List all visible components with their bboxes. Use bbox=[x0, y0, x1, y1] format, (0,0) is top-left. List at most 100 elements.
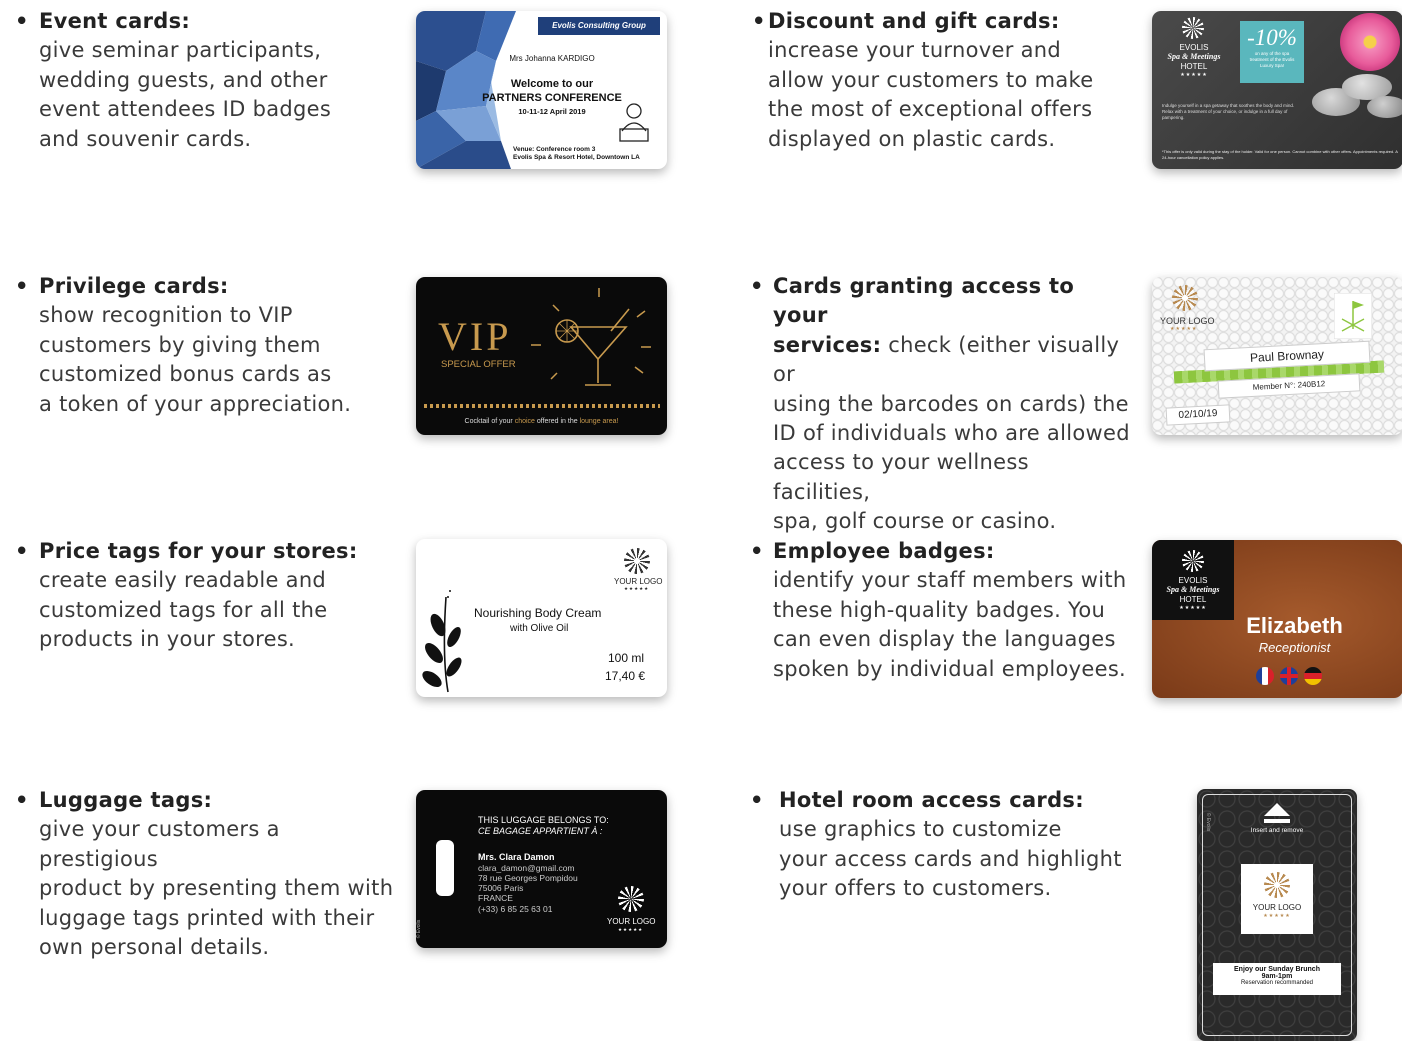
french-flag-icon bbox=[1256, 667, 1274, 685]
item-price-tags: • Price tags for your stores: create eas… bbox=[15, 537, 395, 655]
your-logo-icon bbox=[618, 886, 644, 912]
item-line: product by presenting them with bbox=[39, 876, 394, 901]
item-heading: Luggage tags: bbox=[39, 788, 213, 812]
insert-bar bbox=[1264, 819, 1290, 823]
brand-stars: ★★★★★ bbox=[1179, 605, 1207, 611]
owner-address-2: 75006 Paris bbox=[478, 883, 524, 893]
logo-box: YOUR LOGO ★★★★★ bbox=[1241, 864, 1313, 934]
product-quantity: 100 ml bbox=[608, 651, 645, 665]
item-privilege-cards: • Privilege cards: show recognition to V… bbox=[15, 272, 395, 419]
vip-subtitle: SPECIAL OFFER bbox=[441, 359, 516, 370]
product-name: Nourishing Body Cream bbox=[474, 606, 602, 620]
offer-box: Enjoy our Sunday Brunch 9am-1pm Reservat… bbox=[1213, 963, 1341, 995]
date-box: 02/10/19 bbox=[1165, 404, 1231, 426]
item-line: your offers to customers. bbox=[779, 876, 1052, 901]
gift-card-image: EVOLIS Spa & Meetings HOTEL ★★★★★ -10% o… bbox=[1152, 11, 1402, 169]
logo-stars: ★★★★★ bbox=[1263, 913, 1291, 919]
item-line: using the barcodes on cards) the bbox=[773, 391, 1129, 416]
item-access-cards: • Cards granting access to your services… bbox=[750, 272, 1130, 537]
hotel-logo-icon bbox=[1182, 550, 1204, 572]
your-logo-icon bbox=[624, 548, 650, 574]
attendee-name: Mrs Johanna KARDIGO bbox=[509, 54, 595, 63]
item-line: a token of your appreciation. bbox=[39, 391, 352, 416]
item-line: these high-quality badges. You bbox=[773, 597, 1106, 622]
vip-card-image: VIP SPECIAL OFFER Cocktail of your choic… bbox=[416, 277, 667, 435]
owner-address-1: 78 rue Georges Pompidou bbox=[478, 873, 578, 883]
owner-name: Mrs. Clara Damon bbox=[478, 852, 555, 862]
event-card-image: Evolis Consulting Group Mrs Johanna KARD… bbox=[416, 11, 667, 169]
insert-arrow-icon bbox=[1264, 803, 1290, 816]
offer-line-1: Enjoy our Sunday Brunch bbox=[1234, 966, 1320, 973]
logo-stars: ★★★★★ bbox=[1170, 326, 1198, 332]
product-price: 17,40 € bbox=[605, 669, 646, 683]
employee-badge-card-image: EVOLIS Spa & Meetings HOTEL ★★★★★ Elizab… bbox=[1152, 540, 1402, 698]
item-event-cards: • Event cards: give seminar participants… bbox=[15, 7, 395, 154]
brand-line-3: HOTEL bbox=[1180, 62, 1208, 71]
item-line: wedding guests, and other bbox=[39, 67, 328, 92]
discount-box: -10% on any of the spa treatment of the … bbox=[1240, 21, 1304, 83]
item-heading: Discount and gift cards: bbox=[768, 9, 1060, 33]
brand-stars: ★★★★★ bbox=[1180, 72, 1208, 78]
language-flags bbox=[1256, 667, 1336, 685]
expiry-date: 02/10/19 bbox=[1178, 407, 1218, 422]
item-line: identify your staff members with bbox=[773, 568, 1127, 593]
golf-card-image: YOUR LOGO ★★★★★ Paul Brownay Member N°: … bbox=[1152, 277, 1402, 435]
item-line: can even display the languages bbox=[773, 627, 1116, 652]
brand-line-1: EVOLIS bbox=[1178, 576, 1208, 585]
olive-branch-icon bbox=[422, 590, 462, 693]
discount-value: -10% bbox=[1247, 25, 1297, 50]
logo-stars: ★★★★★ bbox=[624, 586, 650, 591]
venue-line-1: Venue: Conference room 3 bbox=[513, 146, 596, 153]
item-line: give seminar participants, bbox=[39, 38, 322, 63]
item-line: spoken by individual employees. bbox=[773, 656, 1127, 681]
your-logo-text: YOUR LOGO bbox=[614, 577, 663, 586]
company-banner: Evolis Consulting Group bbox=[538, 17, 660, 35]
item-line: your access cards and highlight bbox=[779, 846, 1122, 871]
copyright-vertical: © Evolis bbox=[1205, 812, 1212, 832]
brand-line-2: Spa & Meetings bbox=[1167, 52, 1221, 61]
item-heading: Price tags for your stores: bbox=[39, 539, 358, 563]
german-flag-icon bbox=[1304, 667, 1322, 685]
speaker-icon bbox=[619, 103, 649, 142]
item-employee-badges: • Employee badges: identify your staff m… bbox=[750, 537, 1130, 684]
item-line: own personal details. bbox=[39, 935, 270, 960]
golf-flag-icon bbox=[1334, 293, 1372, 339]
item-line: the most of exceptional offers bbox=[768, 97, 1093, 122]
item-line: event attendees ID badges bbox=[39, 97, 332, 122]
owner-country: FRANCE bbox=[478, 893, 513, 903]
vip-title: VIP bbox=[438, 314, 512, 359]
insert-text: Insert and remove bbox=[1250, 827, 1304, 834]
uk-flag-icon bbox=[1280, 667, 1298, 685]
item-line: give your customers a prestigious bbox=[39, 817, 280, 871]
strap-slot bbox=[436, 840, 454, 896]
welcome-text: Welcome to our bbox=[510, 78, 594, 90]
gift-fine-print: *This offer is only valid during the sta… bbox=[1162, 149, 1398, 160]
luggage-line-2: CE BAGAGE APPARTIENT À : bbox=[478, 826, 603, 836]
employee-name: Elizabeth bbox=[1246, 613, 1343, 638]
owner-phone: (+33) 6 85 25 63 01 bbox=[478, 904, 553, 914]
logo-stars: ★★★★★ bbox=[618, 927, 644, 932]
item-line: spa, golf course or casino. bbox=[773, 509, 1057, 534]
item-hotel-cards: • Hotel room access cards: use graphics … bbox=[750, 786, 1130, 904]
brand-line-1: EVOLIS bbox=[1179, 43, 1209, 52]
price-tag-card-image: YOUR LOGO ★★★★★ Nourishing Body Cream wi… bbox=[416, 539, 667, 697]
item-line: use graphics to customize bbox=[779, 817, 1062, 842]
cocktail-glass-icon bbox=[531, 288, 651, 386]
offer-line-2: 9am-1pm bbox=[1261, 973, 1293, 980]
item-heading: Cards granting access to your bbox=[773, 274, 1075, 328]
item-heading: Event cards: bbox=[39, 9, 191, 33]
your-logo-text: YOUR LOGO bbox=[607, 917, 656, 926]
item-luggage-tags: • Luggage tags: give your customers a pr… bbox=[15, 786, 405, 962]
item-line: customized tags for all the bbox=[39, 597, 328, 622]
item-discount-cards: • Discount and gift cards: increase your… bbox=[752, 7, 1132, 154]
item-line: products in your stores. bbox=[39, 627, 296, 652]
item-line: show recognition to VIP bbox=[39, 303, 293, 328]
vip-bottom-text: Cocktail of your choice offered in the l… bbox=[464, 418, 619, 425]
your-logo-icon bbox=[1264, 872, 1290, 898]
luggage-line-1: THIS LUGGAGE BELONGS TO: bbox=[478, 815, 609, 825]
hotel-logo-icon bbox=[1182, 17, 1204, 39]
venue-line-2: Evolis Spa & Resort Hotel, Downtown LA bbox=[513, 154, 640, 161]
conference-title: PARTNERS CONFERENCE bbox=[482, 92, 622, 104]
item-line: and souvenir cards. bbox=[39, 126, 252, 151]
item-line: create easily readable and bbox=[39, 568, 327, 593]
